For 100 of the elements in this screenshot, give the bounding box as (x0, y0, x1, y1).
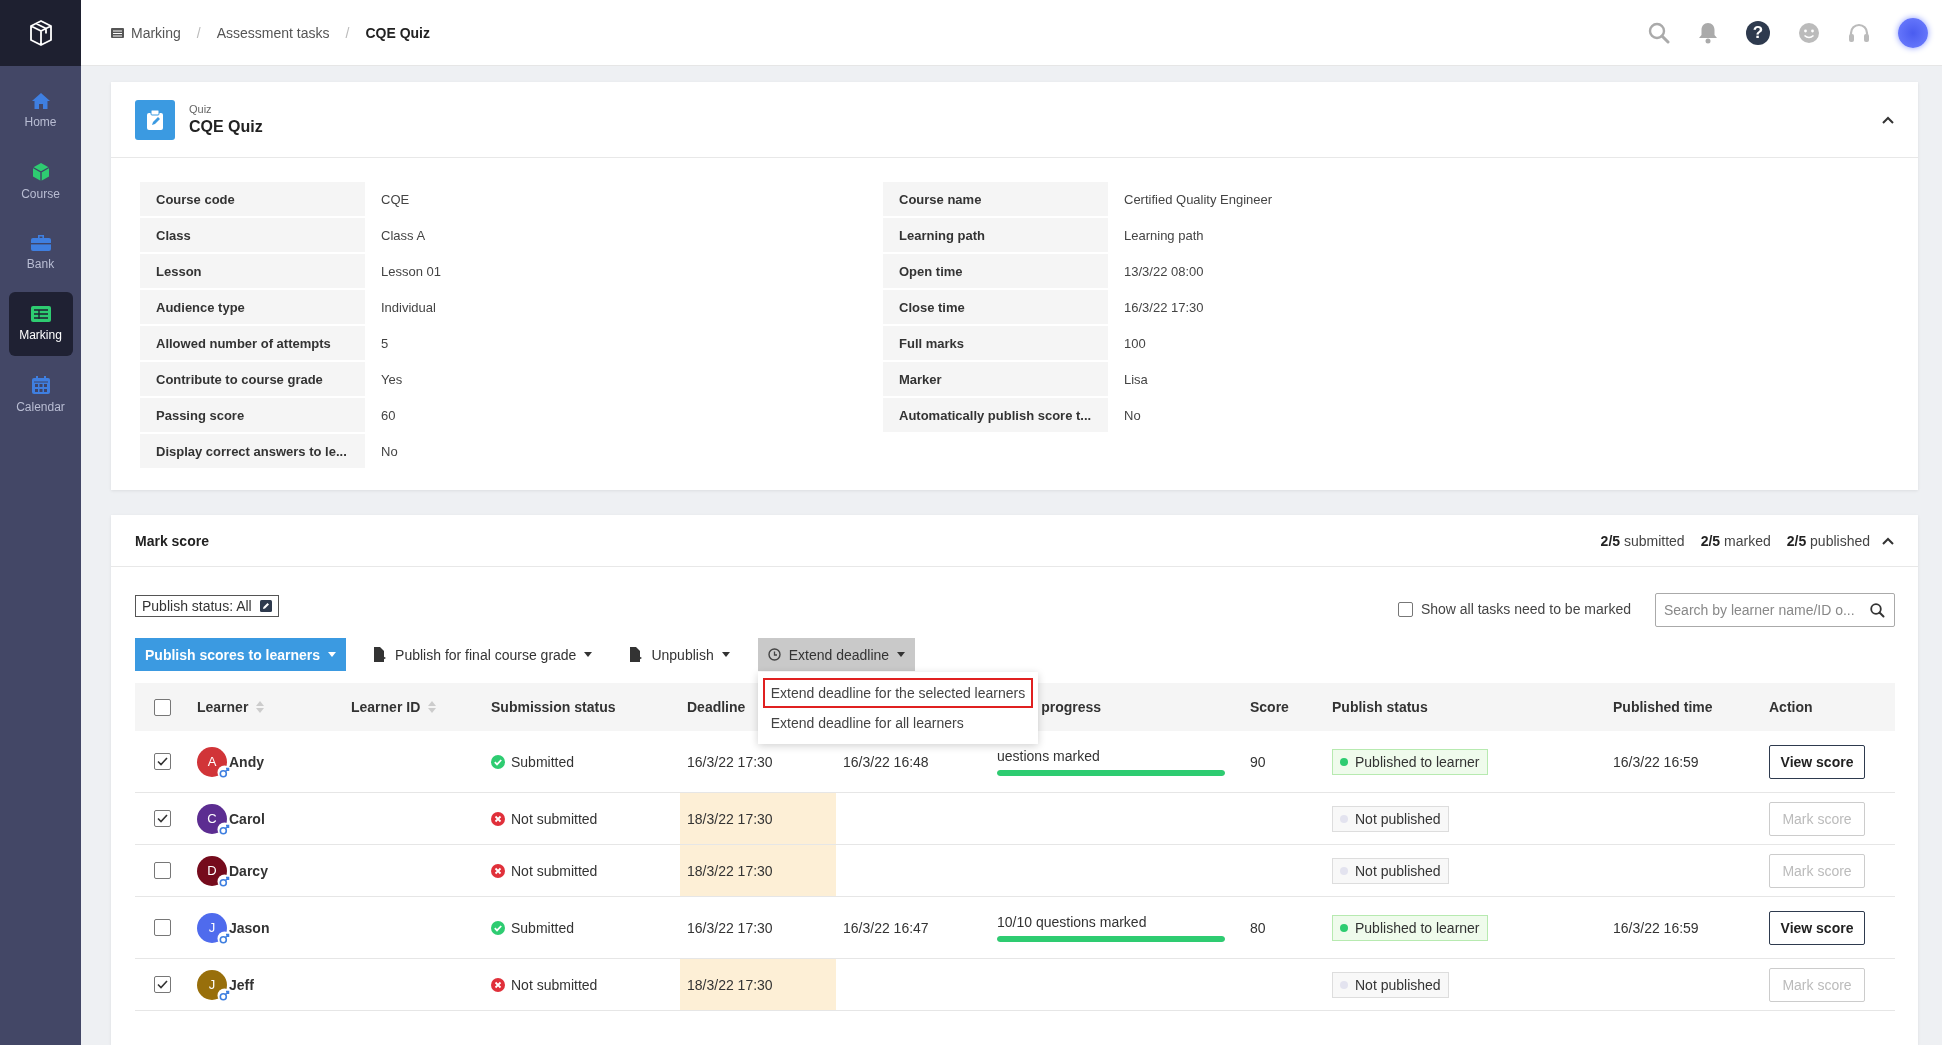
learner-name: Carol (229, 810, 265, 827)
progress-text: 10/10 questions marked (997, 913, 1148, 930)
table-cell: 16/3/22 16:59 (1613, 753, 1699, 770)
detail-label: Course code (140, 182, 365, 216)
quiz-type: Quiz (189, 103, 213, 115)
checkbox[interactable] (1397, 601, 1413, 617)
detail-label: Close time (883, 290, 1108, 324)
bell-icon[interactable] (1698, 21, 1718, 44)
status-text: Submitted (511, 919, 575, 936)
action-button[interactable]: View score (1769, 910, 1865, 945)
detail-value: 13/3/22 08:00 (1123, 262, 1205, 281)
cube-icon (31, 163, 50, 181)
caret-icon (897, 652, 906, 657)
checkbox[interactable] (154, 698, 171, 716)
collapse-icon[interactable] (1882, 536, 1894, 545)
detail-value: 5 (380, 334, 390, 353)
deadline-cell-text: 16/3/22 17:30 (686, 752, 774, 772)
detail-label: Learning path (883, 218, 1108, 252)
progress-text: uestions marked (997, 747, 1101, 764)
toolbar-button[interactable]: Publish for final course grade (364, 638, 603, 671)
sidebar-item[interactable]: Marking (8, 292, 73, 356)
breadcrumb-separator: / (196, 24, 201, 41)
checkbox[interactable] (154, 753, 171, 770)
detail-value: Individual (380, 298, 437, 317)
detail-label: Full marks (883, 326, 1108, 360)
sidebar-item[interactable]: Course (8, 150, 73, 214)
deadline-cell: 18/3/22 17:30 (680, 959, 836, 1010)
checkbox[interactable] (154, 976, 171, 993)
column-header: Publish status (1332, 699, 1428, 715)
status-badge: Not published (1332, 805, 1449, 832)
toolbar-button[interactable]: Extend deadline (757, 638, 916, 671)
table-cell: 16/3/22 16:59 (1613, 919, 1699, 936)
detail-label: Display correct answers to le... (140, 434, 365, 468)
checkbox[interactable] (154, 919, 171, 936)
checkmark-icon (157, 814, 168, 823)
detail-label: Contribute to course grade (140, 362, 365, 396)
breadcrumb-link[interactable]: Assessment tasks (216, 24, 330, 41)
clock-icon (767, 648, 781, 661)
logo-icon[interactable] (28, 20, 53, 46)
deadline-cell-text: 16/3/22 17:30 (686, 918, 774, 938)
toolbar-button[interactable]: Unpublish (620, 638, 740, 671)
detail-label: Open time (883, 254, 1108, 288)
sidebar-item[interactable]: Calendar (8, 363, 73, 427)
status-badge: Published to learner (1332, 748, 1488, 775)
help-icon[interactable]: ? (1746, 20, 1770, 45)
calendar-icon (31, 376, 50, 394)
status-text: Submitted (511, 753, 575, 770)
menu-item[interactable]: Extend deadline for the selected learners (762, 678, 1034, 708)
toolbox-icon (30, 235, 51, 251)
quiz-icon (135, 99, 175, 140)
search-icon[interactable] (1870, 603, 1885, 618)
column-header[interactable]: Learner (197, 699, 249, 715)
detail-value: No (380, 442, 399, 461)
column-header[interactable]: Learner ID (351, 699, 421, 715)
learner-name: Jason (229, 919, 270, 936)
menu-item[interactable]: Extend deadline for all learners (762, 708, 1034, 738)
column-header: Submission status (491, 699, 616, 715)
caret-icon (584, 652, 593, 657)
user-avatar[interactable] (1898, 17, 1928, 48)
status-text: Not submitted (511, 976, 598, 993)
breadcrumb-separator: / (345, 24, 350, 41)
deadline-cell: 18/3/22 17:30 (680, 845, 836, 896)
score-text: 90 (1250, 753, 1266, 770)
sidebar-item[interactable]: Bank (8, 221, 73, 285)
table-cell: 16/3/22 16:48 (843, 753, 929, 770)
filter-button[interactable]: Publish status: All (135, 595, 279, 617)
quiz-title: CQE Quiz (189, 118, 264, 136)
collapse-icon[interactable] (1882, 115, 1894, 124)
sidebar-item[interactable]: Home (8, 79, 73, 143)
status-badge: Not published (1332, 971, 1449, 998)
detail-label: Course name (883, 182, 1108, 216)
detail-value: 16/3/22 17:30 (1123, 298, 1205, 317)
score-text: 80 (1250, 919, 1266, 936)
detail-value: Certified Quality Engineer (1123, 190, 1274, 209)
detail-label: Audience type (140, 290, 365, 324)
deadline-cell: 18/3/22 17:30 (680, 793, 836, 844)
male-icon (217, 873, 232, 889)
search-field[interactable]: Search by learner name/ID o... (1655, 593, 1895, 627)
detail-value: Yes (380, 370, 404, 389)
checkbox[interactable] (154, 810, 171, 827)
checkmark-icon (157, 757, 168, 766)
detail-value: Lesson 01 (380, 262, 442, 281)
section-title: Mark score (135, 532, 210, 549)
column-header: Published time (1613, 699, 1713, 715)
checkbox[interactable] (154, 862, 171, 879)
detail-label: Class (140, 218, 365, 252)
detail-value: Class A (380, 226, 427, 245)
breadcrumb-link[interactable]: Marking (111, 24, 181, 41)
learner-name: Darcy (229, 862, 268, 879)
action-button[interactable]: View score (1769, 744, 1865, 779)
detail-value: 100 (1123, 334, 1147, 353)
status-text: Not submitted (511, 862, 598, 879)
column-header: Deadline (687, 699, 746, 715)
detail-label: Marker (883, 362, 1108, 396)
detail-value: Learning path (1123, 226, 1205, 245)
list-icon (30, 306, 51, 322)
document-icon (630, 647, 644, 662)
caret-icon (328, 652, 337, 657)
status-badge: Not published (1332, 857, 1449, 884)
detail-label: Automatically publish score t... (883, 398, 1108, 432)
